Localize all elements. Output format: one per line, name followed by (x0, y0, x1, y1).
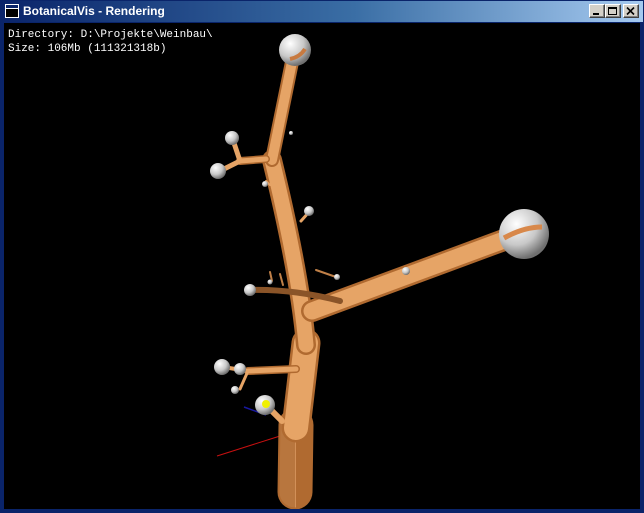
maximize-button[interactable] (605, 4, 621, 18)
minimize-button[interactable] (589, 4, 605, 18)
plant-scene (210, 34, 549, 509)
axis-lines (216, 406, 281, 457)
app-icon (5, 4, 19, 18)
app-window: BotanicalVis - Rendering Directory: D:\P… (0, 0, 644, 513)
size-label: Size: 106Mb (111321318b) (8, 43, 167, 55)
plant-nodes (210, 34, 549, 415)
directory-label: Directory: D:\Projekte\Weinbau\ (8, 29, 213, 41)
render-viewport[interactable]: Directory: D:\Projekte\Weinbau\ Size: 10… (4, 23, 640, 509)
minimize-icon (593, 13, 599, 15)
close-button[interactable] (623, 4, 639, 18)
plant-branches (217, 50, 515, 509)
window-title: BotanicalVis - Rendering (23, 4, 165, 18)
maximize-icon (608, 7, 617, 15)
close-icon (626, 7, 635, 16)
title-bar[interactable]: BotanicalVis - Rendering (1, 1, 643, 22)
